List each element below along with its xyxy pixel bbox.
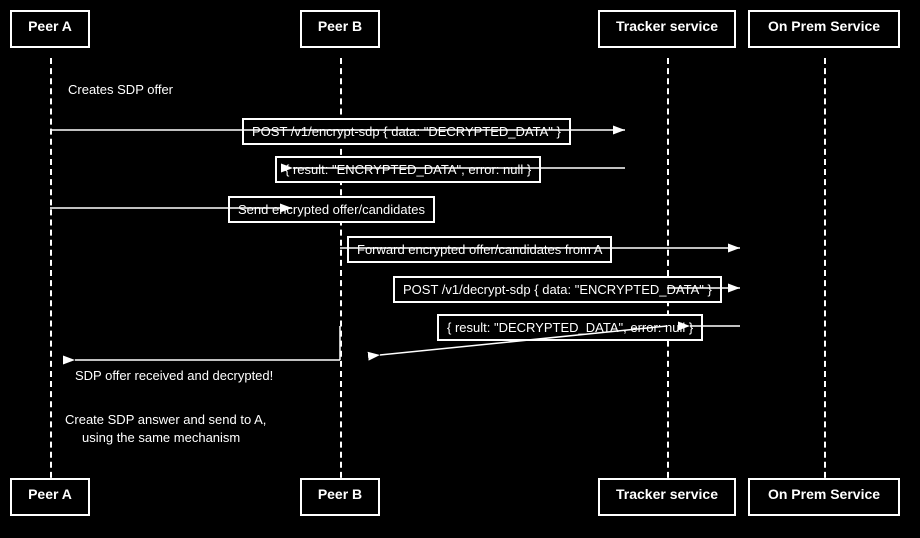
note-create-answer-1: Create SDP answer and send to A, [65, 412, 266, 427]
actor-onprem-bottom: On Prem Service [748, 478, 900, 516]
msg-result-decrypted: { result: "DECRYPTED_DATA", error: null … [437, 314, 703, 341]
actor-peer-b-top: Peer B [300, 10, 380, 48]
sequence-diagram: Peer A Peer B Tracker service On Prem Se… [0, 0, 920, 538]
msg-post-encrypt: POST /v1/encrypt-sdp { data: "DECRYPTED_… [242, 118, 571, 145]
note-create-answer-2: using the same mechanism [82, 430, 240, 445]
actor-tracker-bottom: Tracker service [598, 478, 736, 516]
lifeline-tracker [667, 58, 669, 488]
msg-forward-encrypted: Forward encrypted offer/candidates from … [347, 236, 612, 263]
actor-peer-a-top: Peer A [10, 10, 90, 48]
note-creates-sdp: Creates SDP offer [68, 82, 173, 97]
msg-post-decrypt: POST /v1/decrypt-sdp { data: "ENCRYPTED_… [393, 276, 722, 303]
lifeline-onprem [824, 58, 826, 488]
actor-onprem-top: On Prem Service [748, 10, 900, 48]
lifeline-peer-a [50, 58, 52, 488]
arrows-layer [0, 0, 920, 538]
actor-peer-b-bottom: Peer B [300, 478, 380, 516]
note-sdp-offer-received: SDP offer received and decrypted! [75, 368, 273, 383]
actor-tracker-top: Tracker service [598, 10, 736, 48]
msg-result-encrypted: { result: "ENCRYPTED_DATA", error: null … [275, 156, 541, 183]
actor-peer-a-bottom: Peer A [10, 478, 90, 516]
msg-send-encrypted: Send encrypted offer/candidates [228, 196, 435, 223]
